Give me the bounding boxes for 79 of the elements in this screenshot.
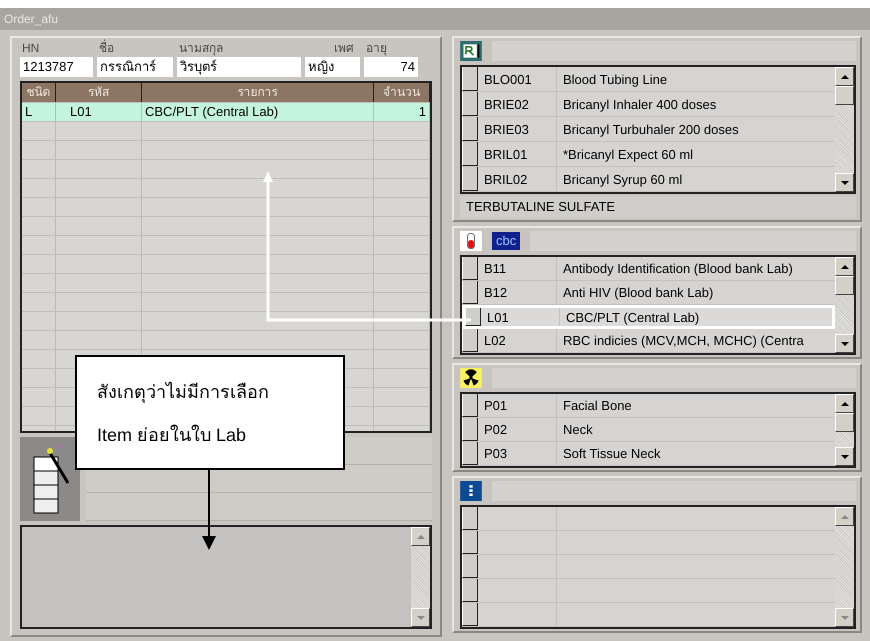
test-tube-icon[interactable]: [460, 231, 482, 251]
row-selector[interactable]: [462, 394, 478, 417]
item-name[interactable]: Antibody Identification (Blood bank Lab): [557, 261, 793, 276]
item-name[interactable]: RBC indicies (MCV,MCH, MCHC) (Centra: [557, 333, 804, 348]
item-code[interactable]: B11: [478, 257, 557, 280]
item-name[interactable]: Neck: [557, 422, 593, 437]
row-selector[interactable]: [462, 142, 478, 166]
window-title: Order_afu: [4, 12, 58, 26]
table-cell: L01: [56, 103, 142, 121]
scroll-down-button[interactable]: [835, 173, 854, 192]
row-selector[interactable]: [462, 442, 478, 465]
radiation-icon[interactable]: [460, 368, 482, 388]
item-name[interactable]: Bricanyl Turbuhaler 200 doses: [557, 122, 739, 136]
input-field[interactable]: 74: [364, 57, 418, 77]
scroll-thumb[interactable]: [835, 276, 854, 295]
dotted-bar-icon[interactable]: [460, 481, 482, 501]
scroll-down-button[interactable]: [835, 334, 854, 353]
tab-label[interactable]: cbc: [492, 232, 520, 250]
item-code[interactable]: P02: [478, 418, 557, 441]
item-code[interactable]: BRIE02: [478, 92, 557, 116]
item-name[interactable]: CBC/PLT (Central Lab): [560, 310, 700, 324]
item-code[interactable]: P01: [478, 394, 557, 417]
item-code[interactable]: BLO001: [478, 67, 557, 91]
row-selector[interactable]: [462, 603, 478, 626]
row-selector[interactable]: [462, 579, 478, 602]
item-code[interactable]: P03: [478, 442, 557, 465]
scroll-up-button[interactable]: [835, 257, 854, 276]
row-selector[interactable]: [462, 329, 478, 352]
item-name[interactable]: Anti HIV (Blood bank Lab): [557, 285, 714, 300]
row-selector[interactable]: [462, 507, 478, 530]
item-name[interactable]: Blood Tubing Line: [557, 72, 668, 86]
item-code[interactable]: BRIE03: [478, 117, 557, 141]
row-selector[interactable]: [462, 555, 478, 578]
text-area[interactable]: [20, 525, 432, 629]
row-selector[interactable]: [462, 92, 478, 116]
scroll-down-button[interactable]: [835, 447, 854, 466]
row-selector[interactable]: [462, 531, 478, 554]
item-name[interactable]: Facial Bone: [557, 398, 632, 413]
item-code[interactable]: B12: [478, 281, 557, 304]
scroll-up-button[interactable]: [411, 527, 430, 546]
prescription-icon[interactable]: [460, 41, 482, 61]
item-code[interactable]: L01: [481, 308, 560, 326]
table-row[interactable]: L L01 CBC/PLT (Central Lab) 1: [22, 103, 430, 122]
note-text: สังเกตุว่าไม่มีการเลือก: [97, 380, 270, 405]
row-selector[interactable]: [462, 117, 478, 141]
row-selector[interactable]: [462, 257, 478, 280]
field-label: อายุ: [365, 40, 388, 57]
table-cell: CBC/PLT (Central Lab): [142, 103, 374, 121]
row-selector[interactable]: [462, 167, 478, 191]
row-selector[interactable]: [465, 308, 481, 326]
item-name[interactable]: *Bricanyl Expect 60 ml: [557, 146, 694, 162]
row-selector[interactable]: [462, 418, 478, 441]
input-field[interactable]: กรรณิการ์: [97, 57, 173, 77]
item-code[interactable]: BRIL02: [478, 167, 557, 191]
field-label: นามสกุล: [178, 40, 224, 57]
item-name[interactable]: Bricanyl Inhaler 400 doses: [557, 96, 716, 112]
field-label: ชื่อ: [98, 40, 115, 57]
table-cell: 1: [374, 103, 430, 121]
scroll-down-button[interactable]: [835, 608, 854, 627]
input-field[interactable]: วิรบุตร์: [177, 57, 301, 77]
scroll-up-button[interactable]: [835, 67, 854, 86]
field-label: HN: [21, 40, 40, 57]
row-selector[interactable]: [462, 281, 478, 304]
note-text: Item ย่อยในใบ Lab: [97, 424, 248, 446]
table-cell: L: [22, 103, 56, 121]
generic-name-text: TERBUTALINE SULFATE: [460, 196, 856, 218]
scroll-thumb[interactable]: [835, 86, 854, 105]
item-code[interactable]: L02: [478, 329, 557, 352]
item-code[interactable]: BRIL01: [478, 142, 557, 166]
field-label: เพศ: [333, 40, 355, 57]
row-selector[interactable]: [462, 67, 478, 91]
item-name[interactable]: Soft Tissue Neck: [557, 446, 661, 461]
item-name[interactable]: Bricanyl Syrup 60 ml: [557, 172, 682, 186]
scroll-up-button[interactable]: [835, 394, 854, 413]
scroll-down-button[interactable]: [411, 608, 430, 627]
input-field[interactable]: หญิง: [305, 57, 360, 77]
input-field[interactable]: 1213787: [20, 57, 93, 77]
scroll-thumb[interactable]: [835, 413, 854, 432]
scroll-up-button[interactable]: [835, 507, 854, 526]
